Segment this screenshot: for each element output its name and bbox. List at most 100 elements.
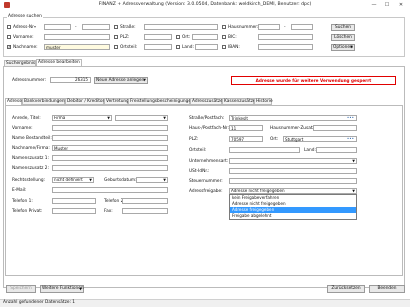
vorname-input[interactable] [52,125,168,131]
bic-search-input[interactable] [258,34,313,40]
adressfreigabe-dropdown-list: kein Freigabeverfahren Adresse nicht fre… [229,194,357,220]
haus-input[interactable]: 11 [229,125,263,131]
ortsteil-checkbox[interactable] [114,45,118,49]
anrede-chevron-icon: ▼ [107,116,110,120]
hausnummer-search-label: Hausnummer: [228,25,259,30]
tab-adresszusaetze[interactable]: Adresszusätze [190,98,223,105]
tab-debitor-kreditor[interactable]: Debitor / Kreditor [65,98,104,105]
optionen-button[interactable]: Optionen ▼ [331,44,355,51]
nachname-checkbox[interactable] [7,44,11,49]
neue-adresse-label: Neue Adresse anlegen [96,78,145,83]
bic-search-label: BIC: [228,35,237,40]
fax-input[interactable] [122,208,168,214]
weitere-funktionen-button[interactable]: Weitere Funktionen ▼ [40,285,84,293]
titel-select[interactable]: ▼ [115,115,168,121]
tab-vertretung[interactable]: Vertretung [104,98,129,105]
namenszusatz1-label: Namenszusatz 1: [12,156,49,161]
tab-historie[interactable]: Historie [254,98,273,105]
bic-checkbox[interactable] [222,35,226,39]
namenszusatz2-label: Namenszusatz 2: [12,166,49,171]
ustid-input[interactable] [229,168,357,174]
suchen-button[interactable]: Suchen [331,24,355,31]
namenszusatz1-input[interactable] [52,155,168,161]
weitere-funktionen-dropdown-icon: ▼ [79,287,82,291]
hausnummer-dash: - [284,25,286,30]
speichern-button[interactable]: Speichern [6,285,36,293]
rechtsstellung-value: nicht definiert [54,177,83,182]
beenden-button[interactable]: Beenden [369,285,405,293]
land-input[interactable] [316,147,357,153]
strasse-input[interactable]: Trinkeslt ••• [229,115,357,121]
unternehmensart-label: Unternehmensart: [189,159,229,164]
land-search-label: Land: [182,45,194,50]
rechtsstellung-select[interactable]: nicht definiert ▼ [52,177,94,183]
telefon2-input[interactable] [122,198,168,204]
ortsteil-search-input[interactable] [144,44,172,50]
ort-input[interactable]: Stuttgart ••• [283,136,357,142]
vorname-search-input[interactable] [44,34,110,40]
email-input[interactable] [52,187,168,193]
close-button[interactable]: ✕ [395,1,407,9]
adress-nr-checkbox[interactable] [7,25,11,29]
adressfreigabe-value: Adresse nicht freigegeben [231,188,285,193]
adress-nr-arrow-icon[interactable]: ▾ [34,24,36,29]
vorname-search-label: Vorname: [13,35,34,40]
strasse-value: Trinkeslt [231,116,248,121]
plz-checkbox[interactable] [114,35,118,39]
anrede-label: Anrede, Titel: [12,116,41,121]
minimize-button[interactable]: — [368,1,380,9]
steuernummer-input[interactable] [229,178,357,184]
neue-adresse-dropdown-icon: ▼ [143,78,146,82]
plz-input[interactable]: 70597 [229,136,263,142]
telefon-privat-label: Telefon Privat: [12,209,43,214]
telefon-privat-input[interactable] [52,208,96,214]
ort-search-input[interactable] [192,34,218,40]
maximize-button[interactable]: ☐ [381,1,393,9]
hausnummer-zusatz-input[interactable] [313,125,357,131]
telefon1-input[interactable] [52,198,96,204]
land-checkbox[interactable] [176,45,180,49]
ort-value: Stuttgart [285,137,304,142]
hausnummer-to-input[interactable] [291,24,313,30]
titel-chevron-icon: ▼ [163,116,166,120]
geburtsdatum-input[interactable]: ▼ [136,177,168,183]
vorname-checkbox[interactable] [7,35,11,39]
neue-adresse-button[interactable]: Neue Adresse anlegen ▼ [94,77,148,84]
hausnummer-checkbox[interactable] [222,25,226,29]
tab-freistellungsbescheinigungen[interactable]: Freistellungsbescheinigungen [128,98,194,105]
plz-label: PLZ: [189,137,199,142]
hausnummer-from-input[interactable] [258,24,280,30]
nachname-search-input[interactable]: muster [44,44,110,50]
tab-bankverbindungen[interactable]: Bankverbindungen [22,98,65,105]
ortsteil-input[interactable] [229,147,300,153]
tab-kassenzusaetze[interactable]: Kassenzusätze [222,98,256,105]
adressnummer-input[interactable]: 26315 [50,77,91,83]
zuruecksetzen-button[interactable]: Zurücksetzen [327,285,365,293]
anrede-select[interactable]: Firma ▼ [52,115,112,121]
name-bestandteil-input[interactable] [52,135,168,141]
hausnummer-zusatz-label: Hausnummer-Zusatz: [270,126,317,131]
haus-label: Haus-/Postfach-Nr: [189,126,229,131]
strasse-search-input[interactable] [144,24,218,30]
plz-value: 70597 [231,137,245,142]
ort-checkbox[interactable] [176,35,180,39]
dropdown-option-abgelehnt[interactable]: Freigabe abgelehnt [230,213,356,219]
ortsteil-search-label: Ortsteil: [120,45,138,50]
ort-lookup-icon[interactable]: ••• [347,136,354,141]
plz-search-input[interactable] [144,34,172,40]
land-search-input[interactable] [195,44,218,50]
adress-nr-from-input[interactable] [44,24,71,30]
namenszusatz2-input[interactable] [52,165,168,171]
iban-checkbox[interactable] [222,45,226,49]
name-bestandteil-label: Name Bestandteil: [12,136,52,141]
nachname-search-label: Nachname: [13,45,38,50]
nachname-input[interactable]: Muster [52,145,168,151]
geburtsdatum-chevron-icon[interactable]: ▼ [163,178,166,182]
adress-nr-to-input[interactable] [82,24,110,30]
loeschen-button[interactable]: Löschen [331,34,355,41]
nachname-value: Muster [54,146,69,151]
unternehmensart-select[interactable]: ▼ [229,158,357,164]
strasse-checkbox[interactable] [114,25,118,29]
strasse-lookup-icon[interactable]: ••• [347,115,354,120]
iban-search-input[interactable] [258,44,313,50]
